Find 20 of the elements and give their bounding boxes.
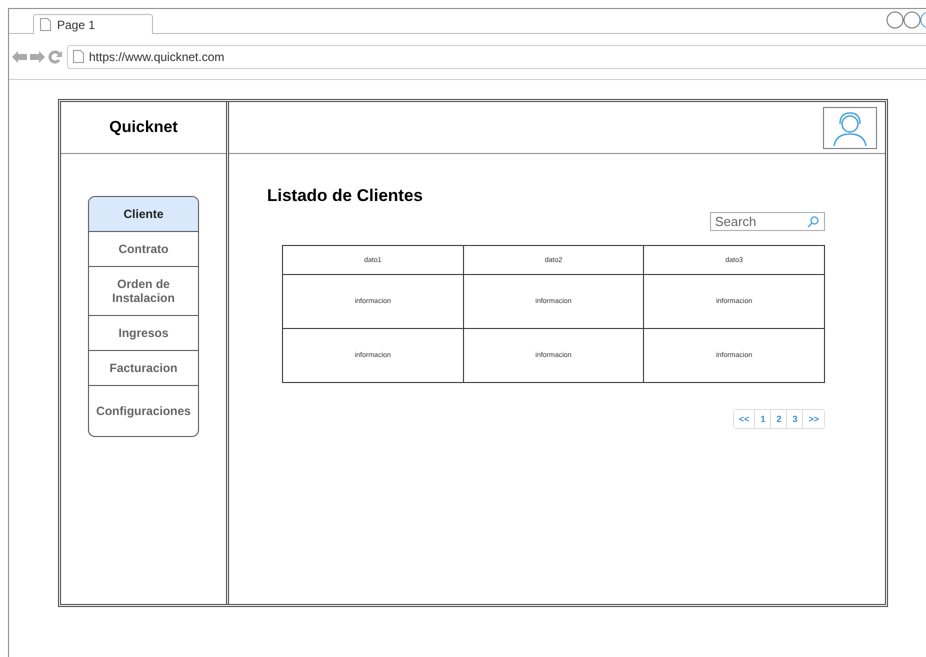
nav-item[interactable]: Orden de Instalacion (89, 267, 198, 316)
browser-tab[interactable]: Page 1 (33, 14, 153, 34)
page-button[interactable]: << (734, 410, 756, 428)
nav-item[interactable]: Ingresos (89, 316, 198, 351)
brand-title: Quicknet (61, 102, 226, 154)
page-icon (40, 18, 51, 31)
window-controls-icon[interactable] (886, 11, 926, 29)
forward-arrow-icon[interactable] (30, 50, 45, 62)
search-field[interactable]: Search (710, 212, 825, 231)
page-title: Listado de Clientes (267, 186, 424, 206)
nav-item[interactable]: Configuraciones (89, 386, 198, 436)
address-bar[interactable]: https://www.quicknet.com (67, 44, 926, 68)
reload-icon[interactable] (48, 50, 62, 64)
avatar-icon[interactable] (823, 106, 877, 148)
nav-item[interactable]: Facturacion (89, 351, 198, 386)
back-arrow-icon[interactable] (12, 50, 27, 62)
page-icon (73, 50, 84, 63)
nav-item[interactable]: Contrato (89, 232, 198, 267)
search-icon[interactable] (807, 216, 819, 228)
nav-item[interactable]: Cliente (89, 197, 198, 232)
